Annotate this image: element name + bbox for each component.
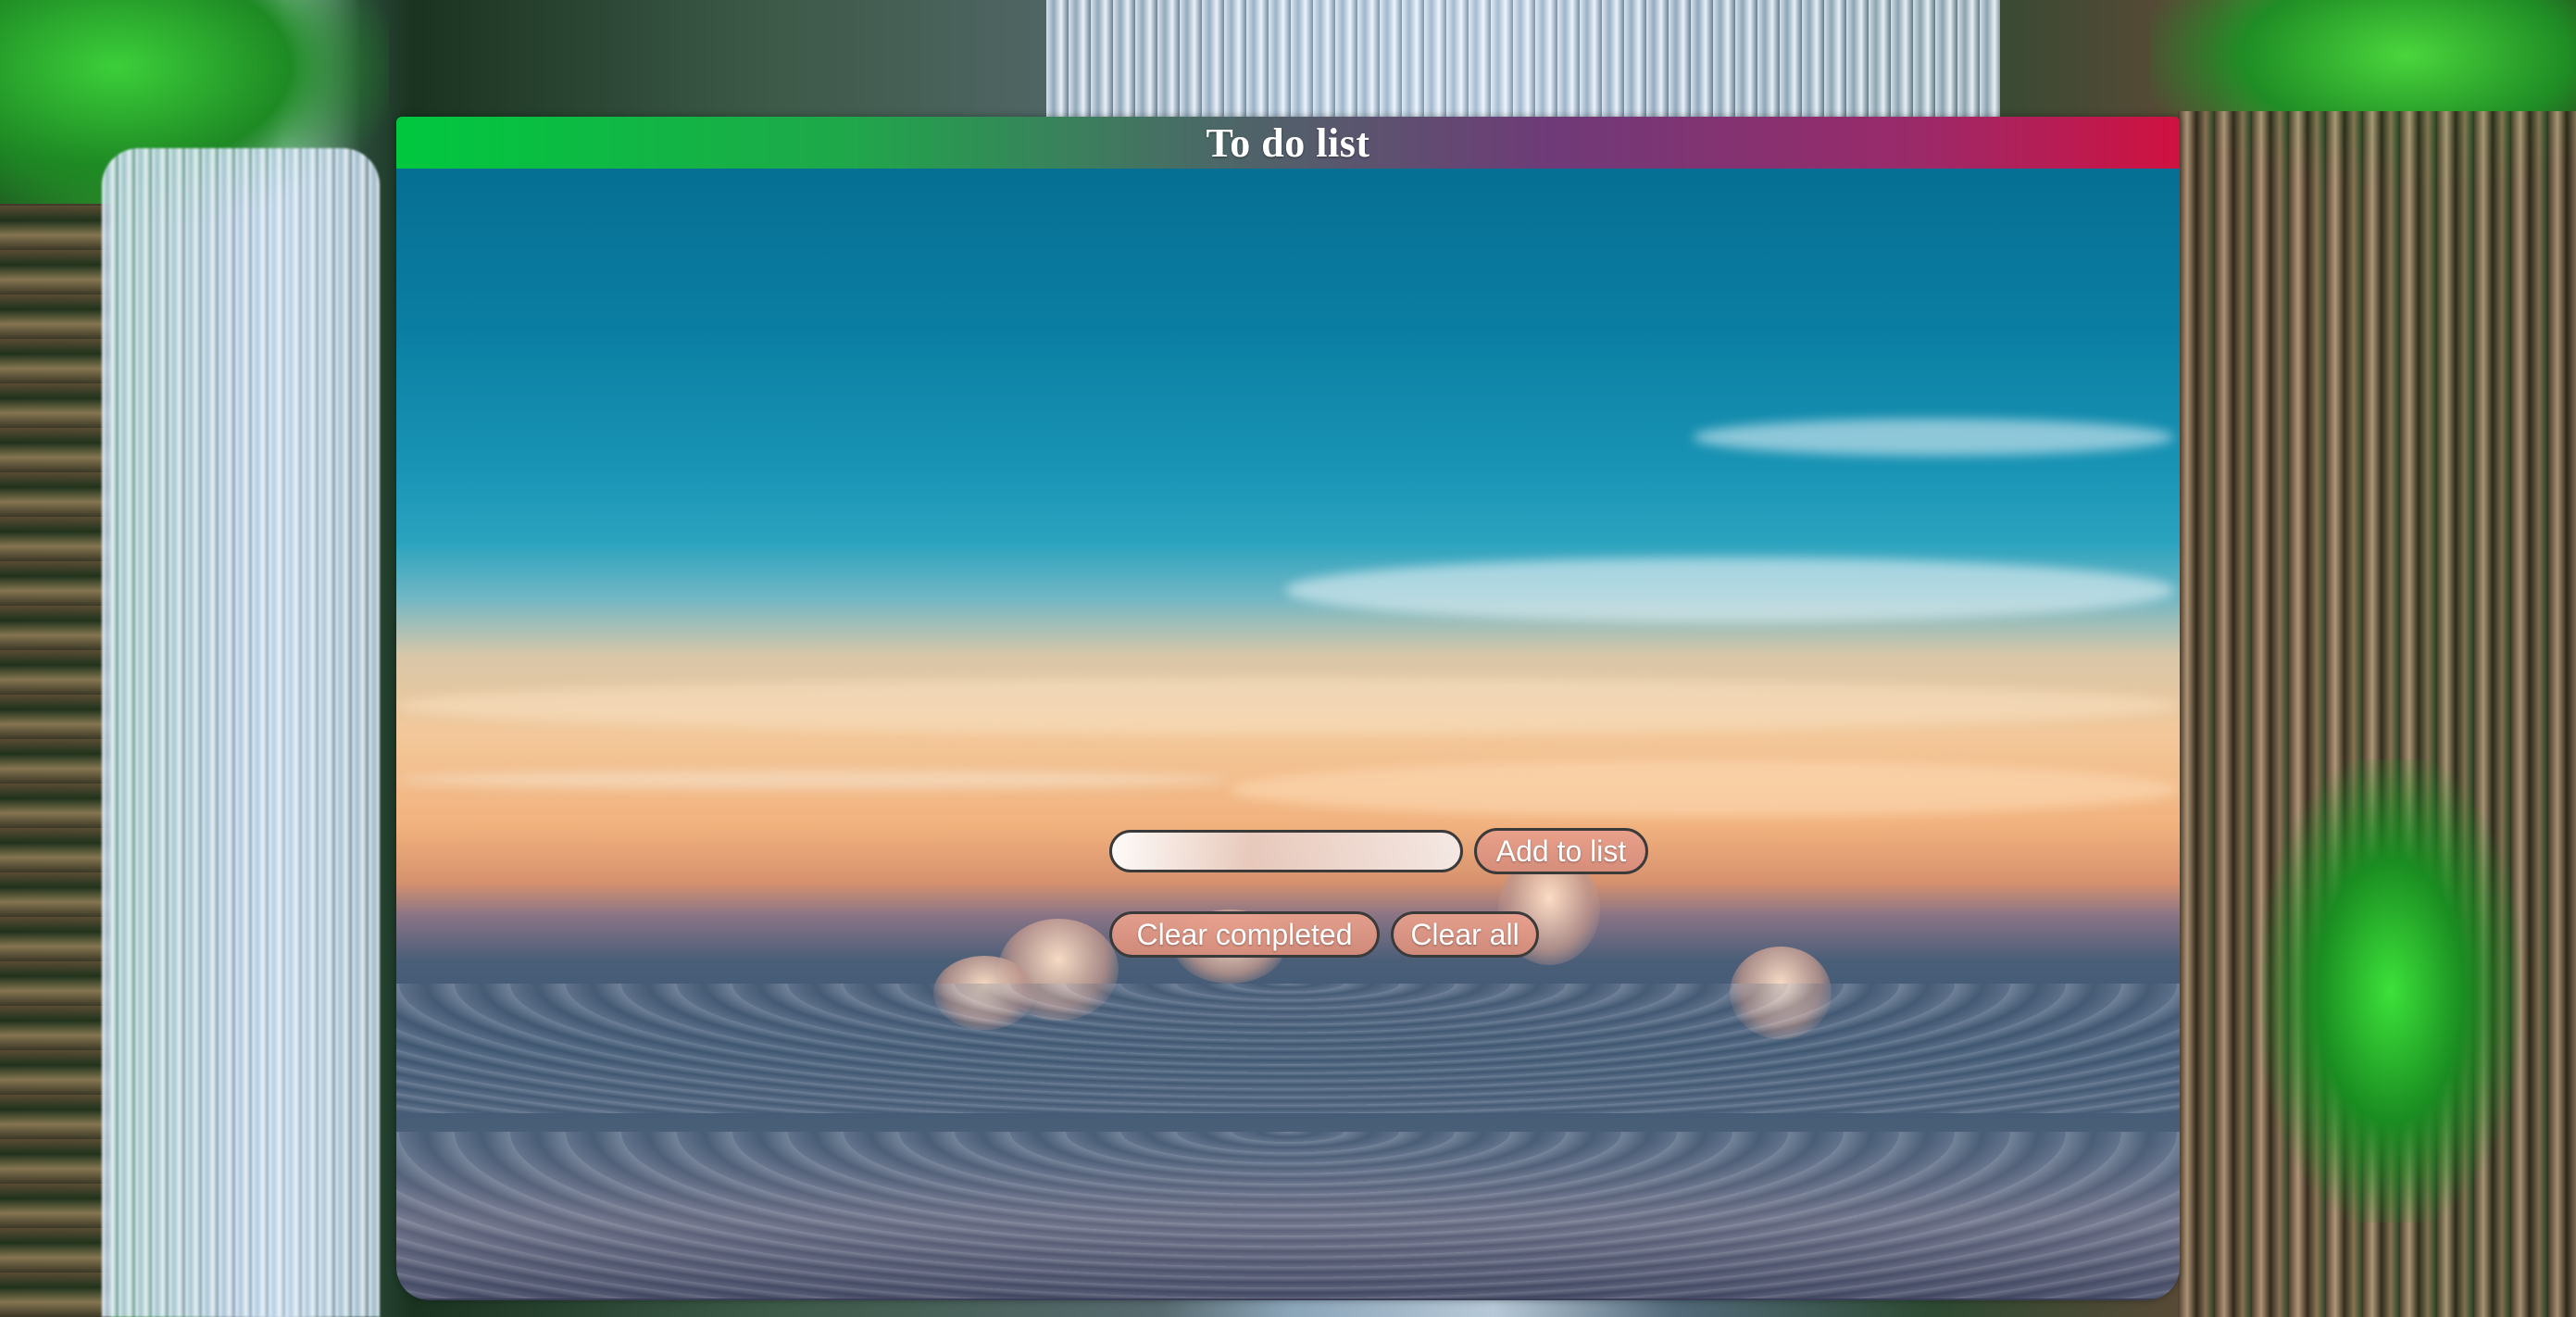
add-item-form: Add to list <box>1109 828 1648 874</box>
background-foliage <box>0 0 389 222</box>
add-to-list-button[interactable]: Add to list <box>1474 828 1648 874</box>
cloud-sea <box>396 1132 2180 1298</box>
background-cliff <box>2178 111 2576 1317</box>
list-actions: Clear completed Clear all <box>1109 911 1539 958</box>
clear-completed-button[interactable]: Clear completed <box>1109 911 1380 958</box>
background-foliage <box>2261 759 2520 1223</box>
todo-panel: To do list <box>396 117 2180 1300</box>
background-foliage <box>2150 0 2576 185</box>
cloud-sea <box>396 984 2180 1113</box>
background-waterfall <box>1046 0 2000 120</box>
sky-cloud <box>1693 419 2174 456</box>
sky-cloud <box>396 771 1230 789</box>
sky-cloud <box>1230 761 2180 817</box>
sky-cloud <box>396 678 2180 734</box>
background-cliff <box>0 204 111 1317</box>
background-waterfall <box>102 148 380 1317</box>
clear-all-button[interactable]: Clear all <box>1391 911 1539 958</box>
panel-body-sky <box>396 169 2180 1300</box>
sky-cloud <box>1285 558 2174 622</box>
panel-header: To do list <box>396 117 2180 169</box>
todo-input[interactable] <box>1109 830 1463 872</box>
page-title: To do list <box>1206 119 1370 166</box>
